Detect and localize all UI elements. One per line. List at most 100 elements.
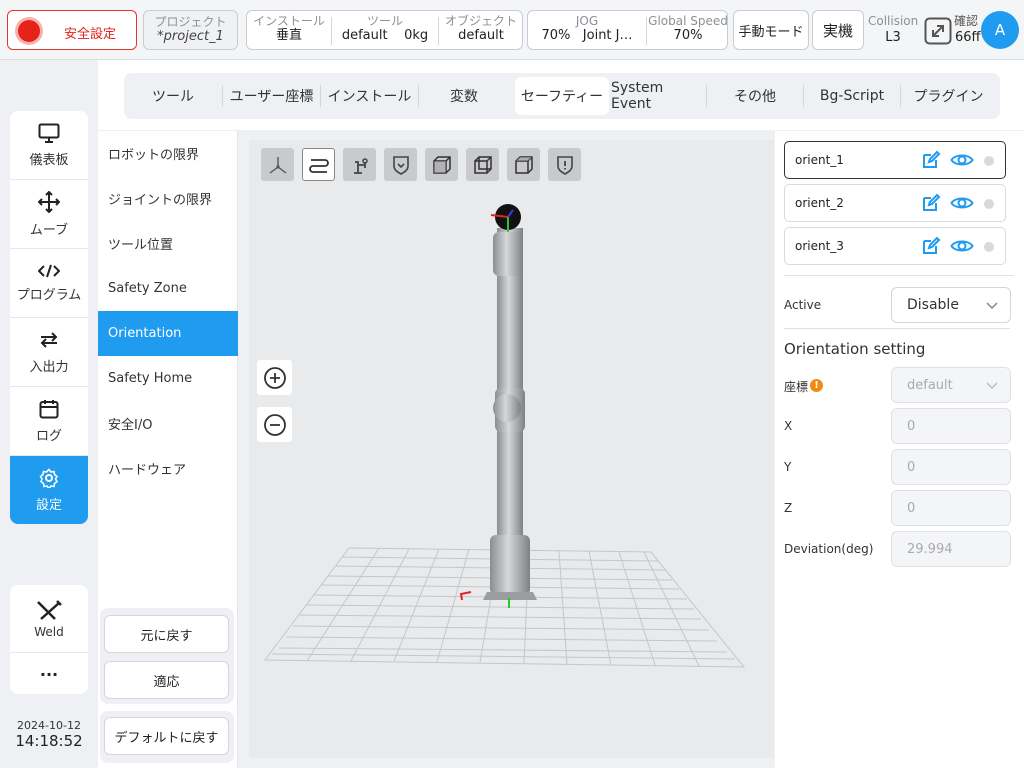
status-dot-icon <box>984 242 994 252</box>
submenu-robot-limits[interactable]: ロボットの限界 <box>98 131 238 176</box>
tool-label: ツール <box>366 14 403 28</box>
divider <box>784 328 1010 329</box>
tool-payload: 0kg <box>404 28 429 43</box>
project-selector[interactable]: プロジェクト *project_1 <box>143 10 238 50</box>
warning-icon: ! <box>810 379 823 392</box>
nav-item-program[interactable]: プログラム <box>10 249 88 318</box>
deviation-label: Deviation(deg) <box>784 542 874 556</box>
status-dot-icon <box>984 199 994 209</box>
orientation-panel: orient_1 orient_2 orient_3 Active Disabl… <box>775 131 1024 768</box>
collision-level[interactable]: Collision L3 <box>868 14 918 46</box>
tab-install[interactable]: インストール <box>321 77 418 115</box>
nav-item-label: 入出力 <box>29 359 69 375</box>
robot-3d-viewport[interactable] <box>249 140 774 758</box>
section-title: Orientation setting <box>784 340 926 358</box>
expand-icon <box>924 17 952 45</box>
weld-button[interactable]: Weld <box>10 585 88 653</box>
apply-button[interactable]: 適応 <box>104 661 229 699</box>
confirm-value: 66ff <box>955 30 981 45</box>
orientation-item[interactable]: orient_3 <box>784 227 1006 265</box>
confirm-label: 確認 <box>954 14 979 28</box>
time-text: 14:18:52 <box>15 732 83 750</box>
jog-label: JOG <box>575 14 599 28</box>
submenu-hardware[interactable]: ハードウェア <box>98 446 238 491</box>
tab-others[interactable]: その他 <box>707 77 803 115</box>
tab-system-event[interactable]: System Event <box>611 77 703 115</box>
move-icon <box>38 190 60 213</box>
reset-default-button[interactable]: デフォルトに戻す <box>104 717 229 755</box>
tab-bg-script[interactable]: Bg-Script <box>804 77 900 115</box>
coord-select: default <box>891 367 1011 403</box>
visibility-eye-icon[interactable] <box>950 151 974 169</box>
revert-button[interactable]: 元に戻す <box>104 615 229 653</box>
nav-item-label: 設定 <box>35 498 62 513</box>
nav-item-io[interactable]: 入出力 <box>10 318 88 387</box>
nav-item-label: 儀表板 <box>29 152 69 168</box>
top-status-bar: 安全設定 プロジェクト *project_1 インストール 垂直 ツール def… <box>0 0 1024 60</box>
install-label: インストール <box>253 14 325 28</box>
install-tool-object-panel[interactable]: インストール 垂直 ツール default 0kg オブジェクト default <box>246 10 523 50</box>
tab-variables[interactable]: 変数 <box>419 77 509 115</box>
x-label: X <box>784 419 793 433</box>
weld-torch-icon <box>37 599 62 620</box>
orientation-item[interactable]: orient_1 <box>784 141 1006 179</box>
collision-value: L3 <box>885 30 901 45</box>
collision-label: Collision <box>868 14 919 28</box>
robot-scene <box>264 204 746 668</box>
project-name: *project_1 <box>157 29 224 44</box>
confirm-panel[interactable]: 確認 66ff <box>922 12 982 48</box>
emergency-indicator-icon <box>18 20 40 42</box>
submenu-safety-io[interactable]: 安全I/O <box>98 401 238 446</box>
x-field: 0 <box>891 408 1011 444</box>
weld-plugin-panel: Weld ··· <box>10 585 88 694</box>
visibility-eye-icon[interactable] <box>950 194 974 212</box>
submenu-joint-limits[interactable]: ジョイントの限界 <box>98 176 238 221</box>
z-label: Z <box>784 501 793 515</box>
orientation-item[interactable]: orient_2 <box>784 184 1006 222</box>
deviation-field: 29.994 <box>891 531 1011 567</box>
tab-safety[interactable]: セーフティー <box>515 77 609 115</box>
monitor-icon <box>38 123 60 143</box>
main-navigation: 儀表板 ムーブ プログラム 入出力 ログ 設定 <box>10 111 88 524</box>
tab-user-coordinates[interactable]: ユーザー座標 <box>223 77 320 115</box>
global-speed-label: Global Speed <box>648 14 728 28</box>
z-field: 0 <box>891 490 1011 526</box>
orientation-name: orient_1 <box>795 153 844 167</box>
real-robot-button[interactable]: 実機 <box>812 10 864 50</box>
visibility-eye-icon[interactable] <box>950 237 974 255</box>
safety-settings-label: 安全設定 <box>64 27 117 42</box>
install-value: 垂直 <box>275 28 302 43</box>
edit-icon[interactable] <box>921 193 941 213</box>
nav-item-log[interactable]: ログ <box>10 387 88 456</box>
safety-settings-button[interactable]: 安全設定 <box>7 10 137 50</box>
nav-item-dashboard[interactable]: 儀表板 <box>10 111 88 180</box>
orientation-name: orient_2 <box>795 196 844 210</box>
submenu-orientation[interactable]: Orientation <box>98 311 238 356</box>
active-label: Active <box>784 298 822 312</box>
divider <box>784 275 1014 276</box>
submenu-safety-home[interactable]: Safety Home <box>98 356 238 401</box>
code-icon <box>38 264 60 277</box>
object-value: default <box>458 28 504 43</box>
calendar-icon <box>39 399 59 418</box>
submenu-tool-position[interactable]: ツール位置 <box>98 221 238 266</box>
safety-submenu: ロボットの限界 ジョイントの限界 ツール位置 Safety Zone Orien… <box>98 131 238 768</box>
datetime-display: 2024-10-12 14:18:52 <box>10 719 88 750</box>
nav-item-settings[interactable]: 設定 <box>10 456 88 524</box>
settings-tabs: ツール ユーザー座標 インストール 変数 セーフティー System Event… <box>124 73 1000 119</box>
tab-tool[interactable]: ツール <box>124 77 222 115</box>
user-avatar[interactable]: A <box>981 11 1019 49</box>
nav-item-move[interactable]: ムーブ <box>10 180 88 249</box>
chevron-down-icon <box>986 302 998 310</box>
y-label: Y <box>784 460 792 474</box>
active-select[interactable]: Disable <box>891 287 1011 323</box>
edit-icon[interactable] <box>921 150 941 170</box>
jog-speed-panel[interactable]: JOG 70% Joint J… Global Speed 70% <box>527 10 728 50</box>
tab-plugin[interactable]: プラグイン <box>901 77 996 115</box>
manual-mode-button[interactable]: 手動モード <box>733 10 809 50</box>
more-button[interactable]: ··· <box>10 654 88 694</box>
edit-icon[interactable] <box>921 236 941 256</box>
io-icon <box>40 331 58 348</box>
submenu-safety-zone[interactable]: Safety Zone <box>98 266 238 311</box>
nav-item-label: ムーブ <box>29 222 69 238</box>
